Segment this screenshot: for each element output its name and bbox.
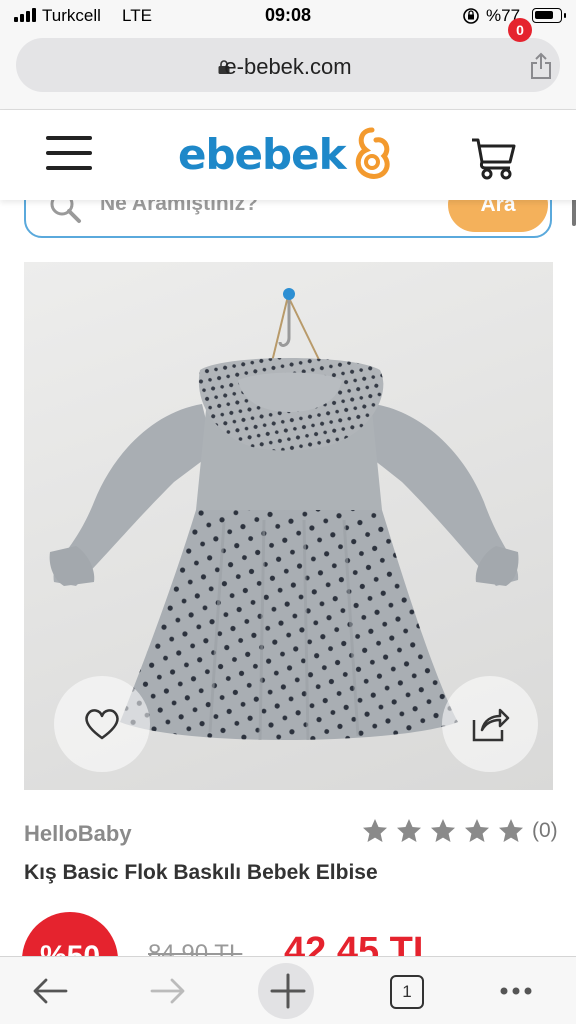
page: Turkcell LTE 09:08 %77 e-bebek.com Ne Ar…: [0, 0, 576, 1024]
star-icon: [363, 819, 387, 842]
share-product-button[interactable]: [442, 676, 538, 772]
orientation-lock-icon: [463, 8, 479, 24]
tabs-icon: 1: [390, 975, 424, 1009]
star-icon: [499, 819, 523, 842]
browser-address-bar: e-bebek.com: [0, 32, 576, 110]
back-button[interactable]: [10, 957, 90, 1024]
more-icon: [500, 987, 532, 995]
browser-toolbar: 1: [0, 956, 576, 1024]
product-brand[interactable]: HelloBaby: [24, 821, 132, 847]
battery-fill: [535, 11, 553, 19]
logo-mark-icon: [355, 127, 390, 179]
battery-icon: [532, 8, 566, 23]
cart-icon[interactable]: [470, 132, 522, 180]
back-icon: [33, 978, 68, 1004]
url-field[interactable]: e-bebek.com: [16, 38, 560, 92]
logo-text: ebebek: [178, 129, 347, 179]
forward-button[interactable]: [128, 957, 208, 1024]
hamburger-menu-icon[interactable]: [46, 134, 92, 172]
star-icon: [397, 819, 421, 842]
status-bar: Turkcell LTE 09:08 %77: [0, 0, 576, 32]
new-tab-button[interactable]: [248, 957, 328, 1024]
heart-icon: [85, 709, 119, 740]
tabs-button[interactable]: 1: [368, 957, 448, 1024]
star-icon: [465, 819, 489, 842]
favorite-button[interactable]: [54, 676, 150, 772]
cart-count-badge: 0: [508, 18, 532, 42]
star-row: [362, 818, 532, 844]
site-logo[interactable]: ebebek: [178, 124, 394, 184]
share-page-icon[interactable]: [530, 52, 552, 80]
product-rating[interactable]: (0): [362, 818, 558, 844]
new-tab-icon: [270, 973, 306, 1009]
forward-icon: [150, 978, 185, 1004]
rating-count: (0): [532, 819, 558, 842]
page-scrollbar: [572, 196, 576, 226]
url-text: e-bebek.com: [224, 54, 352, 79]
more-button[interactable]: [476, 957, 556, 1024]
site-header: ebebek: [0, 110, 576, 200]
share-icon: [472, 708, 510, 742]
product-title: Kış Basic Flok Baskılı Bebek Elbise: [24, 861, 378, 884]
star-icon: [431, 819, 455, 842]
